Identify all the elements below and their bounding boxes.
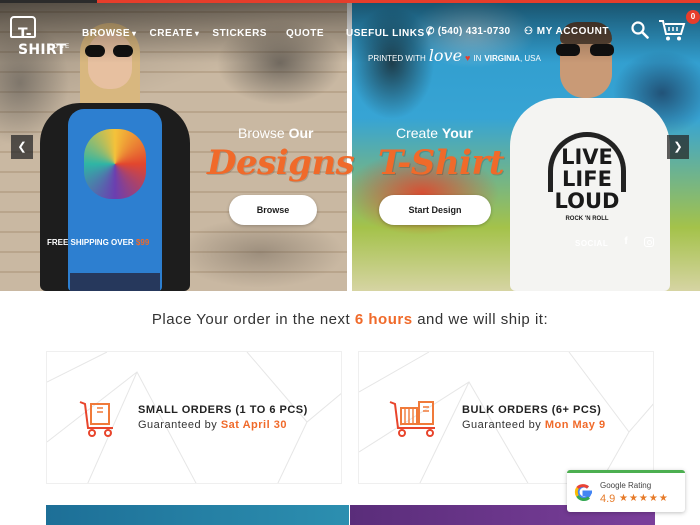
shipping-suffix: and we will ship it: — [417, 311, 549, 328]
chevron-right-icon: ❯ — [673, 141, 683, 153]
google-g-icon — [574, 484, 592, 501]
shipping-countdown: Place Your order in the next 6 hours and… — [0, 311, 700, 328]
instagram-icon[interactable] — [644, 237, 654, 247]
chevron-down-icon: ▾ — [132, 28, 137, 38]
hand-truck-boxes-icon — [389, 401, 435, 437]
tagline-prefix: PRINTED WITH — [368, 54, 426, 63]
free-shipping-amount: $99 — [135, 238, 150, 247]
small-orders-card: SMALL ORDERS (1 TO 6 PCS) Guaranteed by … — [46, 351, 342, 484]
carousel-next-arrow[interactable]: ❯ — [667, 135, 689, 159]
social-label: SOCIAL — [575, 239, 609, 248]
chevron-left-icon: ❮ — [17, 141, 27, 153]
hero-browse-subtitle: Browse Our — [238, 125, 313, 141]
free-shipping-note: FREE SHIPPING OVER $99 — [47, 238, 149, 247]
tee-print: LIVE LIFE LOUD ROCK 'N ROLL — [546, 132, 628, 228]
category-banner-left[interactable] — [46, 505, 349, 525]
tagline-country: , USA — [519, 54, 541, 63]
shipping-prefix: Place Your order in the next — [151, 311, 351, 328]
heart-icon: ♥ — [465, 53, 471, 63]
hero-browse-sub-light: Browse — [238, 125, 285, 141]
shipping-hours: 6 hours — [354, 311, 413, 328]
rating-stars: ★★★★★ — [619, 493, 669, 504]
guarantee-label: Guaranteed by — [138, 419, 218, 431]
hero-create-sub-light: Create — [396, 125, 439, 141]
account-label: MY ACCOUNT — [536, 26, 609, 37]
rating-label: Google Rating — [600, 481, 652, 490]
dog-print-image — [84, 129, 146, 199]
nav-label: USEFUL LINKS — [346, 27, 425, 39]
hand-truck-box-icon — [79, 401, 113, 437]
tee-print-line: LOUD — [554, 189, 620, 213]
guarantee-date: Mon May 9 — [544, 419, 606, 431]
hero-browse-title: Designs — [207, 143, 355, 183]
nav-label: QUOTE — [285, 27, 325, 39]
main-nav: BROWSE ▾ CREATE ▾ STICKERS QUOTE USEFUL LI… — [82, 26, 431, 40]
tee-print-line: LIFE — [562, 167, 612, 191]
phone-icon: ✆ — [426, 26, 435, 37]
browse-button[interactable]: Browse — [229, 195, 317, 225]
cart-count-badge: 0 — [686, 10, 700, 24]
tagline-in: IN — [473, 54, 482, 63]
start-design-button[interactable]: Start Design — [379, 195, 491, 225]
nav-create[interactable]: CREATE ▾ — [150, 26, 200, 40]
hero-browse-sub-bold: Our — [288, 125, 314, 141]
nav-label: STICKERS — [212, 27, 267, 39]
nav-label: BROWSE — [82, 27, 130, 39]
nav-quote[interactable]: QUOTE — [286, 26, 324, 40]
phone-link[interactable]: ✆ (540) 431-0730 — [426, 26, 510, 37]
woman-model-image — [40, 23, 190, 291]
rating-score: 4.9 — [600, 493, 616, 505]
guarantee-date: Sat April 30 — [220, 419, 287, 431]
tagline: PRINTED WITH love ♥ IN VIRGINIA, USA — [368, 46, 541, 65]
man-model-image: LIVE LIFE LOUD ROCK 'N ROLL — [510, 22, 670, 291]
my-account-link[interactable]: ⚇ MY ACCOUNT — [524, 26, 609, 37]
logo-name: T-SHIRT — [18, 26, 67, 58]
card-guarantee: Guaranteed by Mon May 9 — [462, 419, 606, 431]
nav-useful-links[interactable]: USEFUL LINKS ▾ — [346, 26, 431, 40]
user-icon: ⚇ — [524, 26, 534, 37]
google-rating-badge[interactable]: Google Rating 4.9 ★★★★★ — [567, 470, 685, 512]
card-guarantee: Guaranteed by Sat April 30 — [138, 419, 287, 431]
nav-stickers[interactable]: STICKERS — [212, 26, 267, 40]
tagline-state: VIRGINIA — [484, 54, 520, 63]
search-icon[interactable] — [631, 21, 649, 39]
bulk-orders-card: BULK ORDERS (6+ PCS) Guaranteed by Mon M… — [358, 351, 654, 484]
guarantee-label: Guaranteed by — [462, 419, 542, 431]
tee-print-small: ROCK 'N ROLL — [565, 216, 609, 222]
hero-create-sub-bold: Your — [441, 125, 473, 141]
hero-create-subtitle: Create Your — [396, 125, 473, 141]
nav-browse[interactable]: BROWSE ▾ — [82, 26, 137, 40]
free-shipping-text: FREE SHIPPING OVER — [47, 238, 134, 247]
facebook-icon[interactable]: f — [621, 236, 631, 248]
chevron-down-icon: ▾ — [194, 28, 200, 38]
cart-icon[interactable] — [658, 18, 686, 42]
card-title: SMALL ORDERS (1 TO 6 PCS) — [138, 404, 308, 416]
carousel-prev-arrow[interactable]: ❮ — [11, 135, 33, 159]
tagline-love: love — [428, 46, 463, 65]
tee-print-line: LIVE — [561, 145, 613, 169]
hero-create-title: T-Shirt — [378, 143, 505, 183]
logo-sub: ZONE — [48, 44, 71, 50]
card-title: BULK ORDERS (6+ PCS) — [462, 404, 602, 416]
logo[interactable]: T-SHIRT ZONE — [8, 14, 72, 58]
nav-label: CREATE — [149, 27, 193, 39]
phone-number: (540) 431-0730 — [437, 26, 511, 37]
